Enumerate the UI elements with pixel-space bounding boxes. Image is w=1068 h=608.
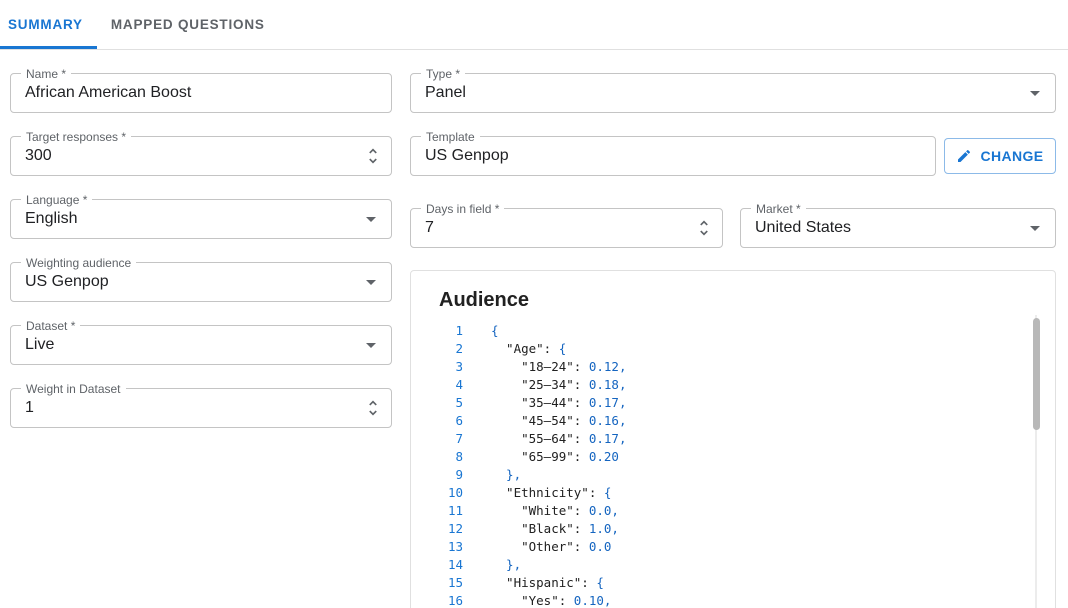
code-line: 9 }, bbox=[439, 466, 1055, 484]
code-line: 1{ bbox=[439, 322, 1055, 340]
market-select-value: United States bbox=[755, 219, 851, 237]
line-number: 6 bbox=[439, 412, 463, 430]
code-editor[interactable]: 1{2 "Age": {3 "18–24": 0.12,4 "25–34": 0… bbox=[439, 322, 1055, 608]
stepper-icon[interactable] bbox=[363, 146, 383, 166]
chevron-down-icon[interactable] bbox=[359, 270, 383, 294]
language-select[interactable]: Language * English bbox=[10, 199, 392, 239]
pencil-icon bbox=[956, 148, 972, 164]
change-button-label: CHANGE bbox=[980, 148, 1043, 164]
weight-in-dataset-field[interactable]: Weight in Dataset 1 bbox=[10, 388, 392, 428]
tab-summary[interactable]: SUMMARY bbox=[0, 0, 97, 49]
code-line: 10 "Ethnicity": { bbox=[439, 484, 1055, 502]
line-number: 11 bbox=[439, 502, 463, 520]
weight-in-dataset-field-value: 1 bbox=[25, 399, 34, 417]
market-select-label: Market * bbox=[751, 202, 806, 216]
line-number: 12 bbox=[439, 520, 463, 538]
language-select-value: English bbox=[25, 210, 77, 228]
tab-bar: SUMMARY MAPPED QUESTIONS bbox=[0, 0, 1068, 50]
line-number: 3 bbox=[439, 358, 463, 376]
chevron-down-icon[interactable] bbox=[359, 333, 383, 357]
scrollbar-thumb[interactable] bbox=[1033, 318, 1040, 430]
line-number: 15 bbox=[439, 574, 463, 592]
line-number: 2 bbox=[439, 340, 463, 358]
chevron-down-icon[interactable] bbox=[359, 207, 383, 231]
line-number: 4 bbox=[439, 376, 463, 394]
weighting-audience-select-value: US Genpop bbox=[25, 273, 109, 291]
change-template-button[interactable]: CHANGE bbox=[944, 138, 1056, 174]
code-line: 16 "Yes": 0.10, bbox=[439, 592, 1055, 608]
code-line: 8 "65–99": 0.20 bbox=[439, 448, 1055, 466]
code-line: 15 "Hispanic": { bbox=[439, 574, 1055, 592]
line-number: 16 bbox=[439, 592, 463, 608]
line-number: 13 bbox=[439, 538, 463, 556]
line-number: 9 bbox=[439, 466, 463, 484]
name-field-label: Name * bbox=[21, 67, 71, 81]
name-field-value: African American Boost bbox=[25, 84, 191, 102]
days-market-row: Days in field * 7 Market * United States bbox=[410, 208, 1056, 248]
target-responses-field-label: Target responses * bbox=[21, 130, 131, 144]
code-line: 7 "55–64": 0.17, bbox=[439, 430, 1055, 448]
chevron-down-icon[interactable] bbox=[1023, 81, 1047, 105]
weight-in-dataset-field-label: Weight in Dataset bbox=[21, 382, 126, 396]
weighting-audience-select-label: Weighting audience bbox=[21, 256, 136, 270]
code-line: 2 "Age": { bbox=[439, 340, 1055, 358]
chevron-down-icon[interactable] bbox=[1023, 216, 1047, 240]
dataset-select-value: Live bbox=[25, 336, 54, 354]
code-line: 5 "35–44": 0.17, bbox=[439, 394, 1055, 412]
line-number: 1 bbox=[439, 322, 463, 340]
code-line: 4 "25–34": 0.18, bbox=[439, 376, 1055, 394]
stepper-icon[interactable] bbox=[363, 398, 383, 418]
type-select-value: Panel bbox=[425, 84, 466, 102]
right-form-column: Type * Panel Template US Genpop CHANGE D… bbox=[410, 73, 1056, 608]
line-number: 5 bbox=[439, 394, 463, 412]
audience-panel: Audience 1{2 "Age": {3 "18–24": 0.12,4 "… bbox=[410, 270, 1056, 608]
days-in-field-label: Days in field * bbox=[421, 202, 504, 216]
dataset-select-label: Dataset * bbox=[21, 319, 80, 333]
target-responses-field-value: 300 bbox=[25, 147, 52, 165]
line-number: 10 bbox=[439, 484, 463, 502]
dataset-select[interactable]: Dataset * Live bbox=[10, 325, 392, 365]
language-select-label: Language * bbox=[21, 193, 92, 207]
days-in-field-field[interactable]: Days in field * 7 bbox=[410, 208, 723, 248]
target-responses-field[interactable]: Target responses * 300 bbox=[10, 136, 392, 176]
line-number: 8 bbox=[439, 448, 463, 466]
template-field[interactable]: Template US Genpop bbox=[410, 136, 936, 176]
line-number: 7 bbox=[439, 430, 463, 448]
name-field[interactable]: Name * African American Boost bbox=[10, 73, 392, 113]
code-line: 13 "Other": 0.0 bbox=[439, 538, 1055, 556]
code-line: 14 }, bbox=[439, 556, 1055, 574]
type-select[interactable]: Type * Panel bbox=[410, 73, 1056, 113]
audience-title: Audience bbox=[439, 289, 1055, 312]
market-select[interactable]: Market * United States bbox=[740, 208, 1056, 248]
code-line: 12 "Black": 1.0, bbox=[439, 520, 1055, 538]
type-select-label: Type * bbox=[421, 67, 465, 81]
days-in-field-value: 7 bbox=[425, 219, 434, 237]
tab-mapped-questions[interactable]: MAPPED QUESTIONS bbox=[97, 0, 279, 49]
template-field-label: Template bbox=[421, 130, 480, 144]
stepper-icon[interactable] bbox=[694, 218, 714, 238]
left-form-column: Name * African American Boost Target res… bbox=[10, 73, 392, 428]
template-field-value: US Genpop bbox=[425, 147, 509, 165]
code-line: 6 "45–54": 0.16, bbox=[439, 412, 1055, 430]
code-line: 11 "White": 0.0, bbox=[439, 502, 1055, 520]
line-number: 14 bbox=[439, 556, 463, 574]
template-row: Template US Genpop CHANGE bbox=[410, 136, 1056, 176]
code-line: 3 "18–24": 0.12, bbox=[439, 358, 1055, 376]
weighting-audience-select[interactable]: Weighting audience US Genpop bbox=[10, 262, 392, 302]
